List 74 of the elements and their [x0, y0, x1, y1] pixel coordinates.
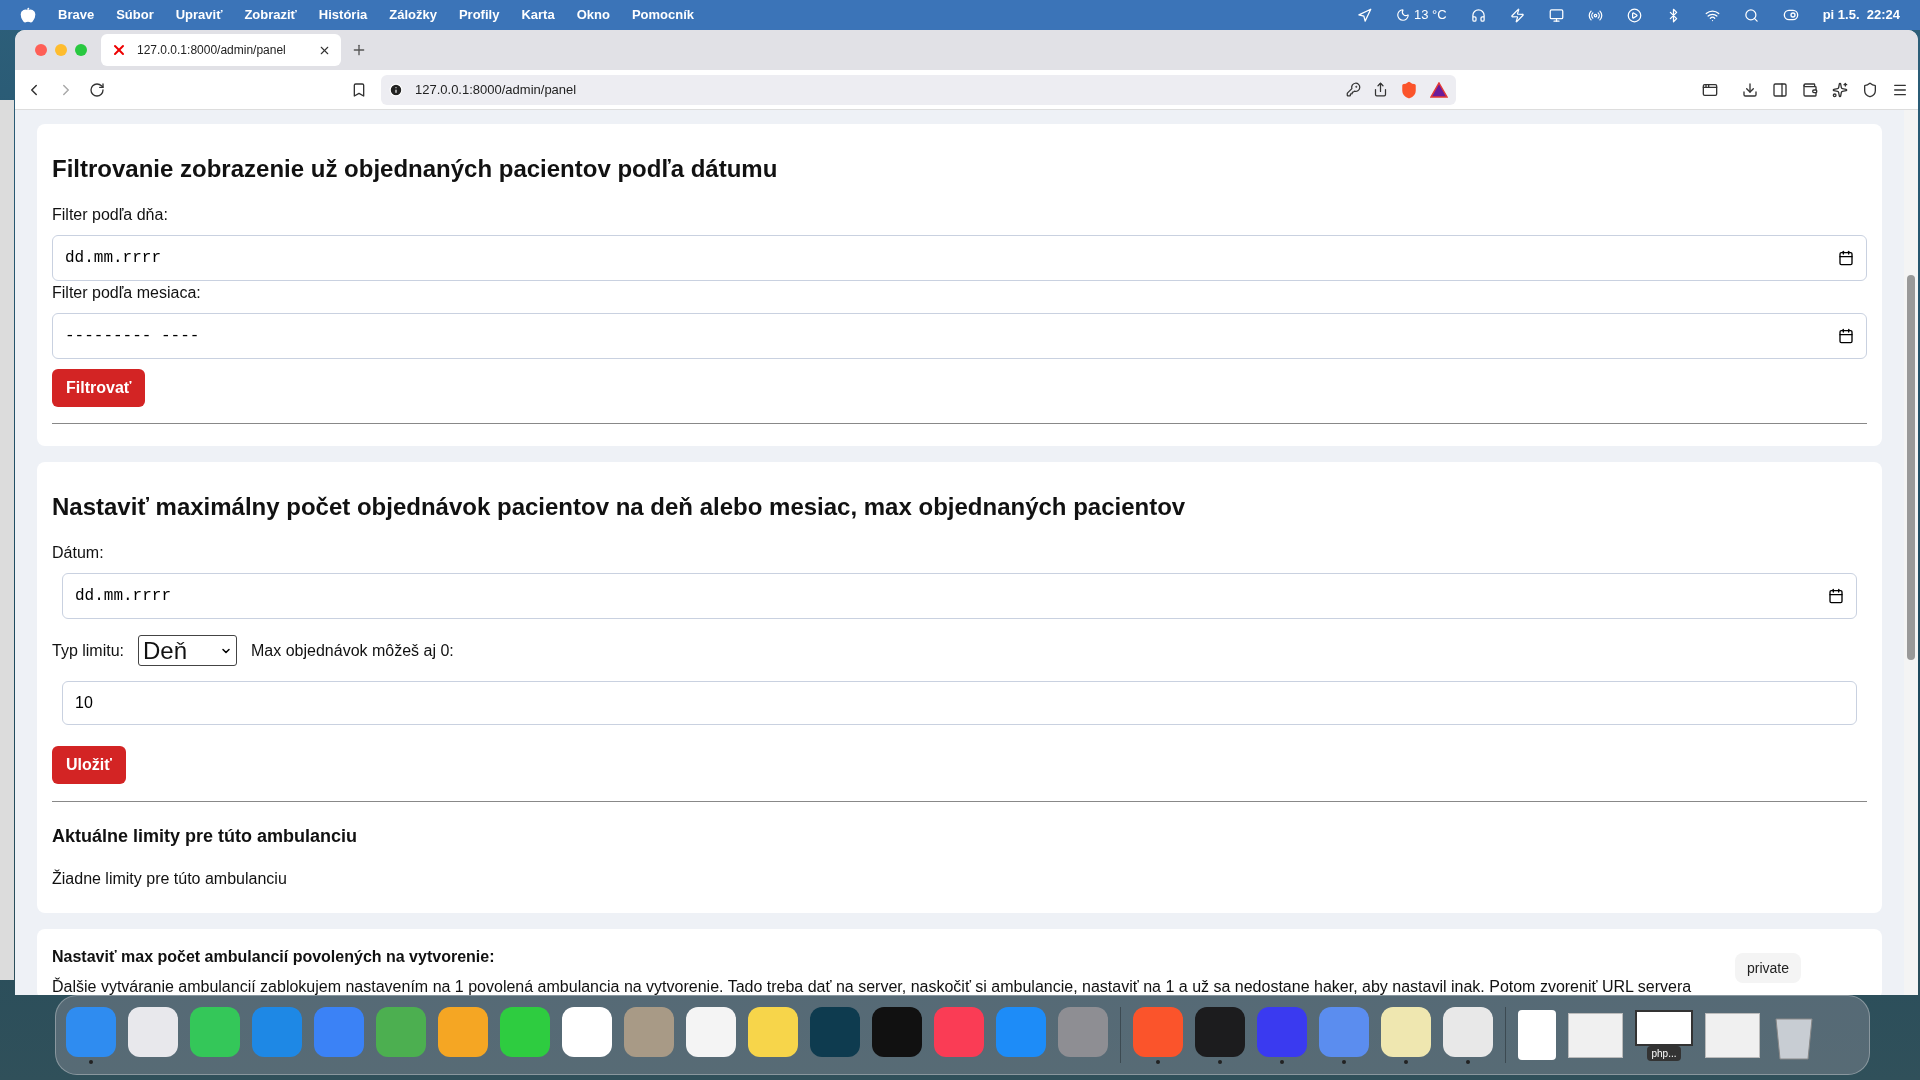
limit-type-dropdown[interactable]: Deň — [138, 635, 237, 666]
status-icon[interactable] — [1357, 7, 1372, 23]
section-title: Filtrovanie zobrazenie už objednaných pacientov podľa dátumu — [52, 154, 779, 184]
field-label: Typ limitu: — [52, 640, 124, 661]
dock-tooltip: private — [1735, 953, 1802, 983]
clock[interactable]: pi 1.5. 22:24 — [1822, 5, 1900, 25]
calendar-icon — [1838, 250, 1854, 266]
menu-item[interactable]: Karta — [521, 5, 555, 25]
search-icon[interactable] — [1743, 7, 1759, 23]
menu-item[interactable]: Upraviť — [175, 5, 223, 25]
share-icon[interactable] — [1373, 82, 1388, 97]
app-icon[interactable] — [1195, 1006, 1245, 1057]
window-thumbnail[interactable] — [1568, 1012, 1623, 1058]
app-icon[interactable] — [562, 1006, 612, 1057]
field-label: Dátum: — [52, 543, 105, 563]
display-icon[interactable] — [1548, 7, 1564, 23]
date-field[interactable]: dd.mm.rrrr — [52, 235, 1867, 281]
field-label: Filter podľa mesiaca: — [52, 283, 202, 303]
field-label: Filter podľa dňa: — [52, 205, 169, 225]
close-window-control[interactable] — [35, 44, 47, 56]
save-button[interactable]: Uložiť — [52, 746, 126, 784]
wifi-icon[interactable] — [1704, 7, 1720, 23]
apple-icon[interactable] — [20, 7, 36, 23]
calendar-icon — [1838, 328, 1854, 344]
app-menu[interactable]: Brave — [58, 5, 95, 25]
new-tab-icon[interactable] — [351, 42, 367, 58]
window-thumbnail[interactable] — [1705, 1012, 1760, 1058]
sidebar-icon[interactable] — [1772, 81, 1788, 98]
section-text: Ďalšie vytváranie ambulancií zablokujem nastavením na 1 povolená ambulancia na vytvorenie. Tado treba dať na server, naskočiť si ambulancie, nastaviť na 1 a už sa nedostane haker, aby nastavil inak. Potom zvoreniť URL servera — [52, 976, 1693, 995]
app-icon[interactable] — [872, 1006, 922, 1057]
browser-tab[interactable]: 127.0.0.1:8000/admin/panel — [101, 34, 341, 66]
reload-icon[interactable] — [89, 81, 105, 98]
scrollbar-thumb[interactable] — [1907, 275, 1915, 660]
filter-button[interactable]: Filtrovať — [52, 369, 146, 407]
app-icon[interactable] — [686, 1006, 736, 1057]
date-field[interactable]: --------- ---- — [52, 313, 1867, 359]
key-icon[interactable] — [1346, 82, 1361, 97]
section-title: Nastaviť maximálny počet objednávok pacientov na deň alebo mesiac, max objednaných pacientov — [52, 492, 1187, 522]
wallet-icon[interactable] — [1802, 81, 1818, 98]
triangle-icon[interactable] — [1430, 81, 1448, 98]
app-icon[interactable] — [438, 1006, 488, 1057]
field-label: Max objednávok môžeš aj 0: — [251, 640, 454, 661]
weather-temperature[interactable]: 13 °C — [1414, 5, 1447, 25]
bookmark-icon[interactable] — [351, 81, 367, 98]
address-bar[interactable]: 127.0.0.1:8000/admin/panel — [381, 74, 1456, 105]
weather-icon[interactable] — [1396, 8, 1410, 22]
app-icon[interactable] — [128, 1006, 178, 1057]
app-icon[interactable] — [190, 1006, 240, 1057]
subsection-title: Aktuálne limity pre túto ambulanciu — [52, 825, 359, 848]
calendar-icon — [1828, 588, 1844, 604]
error-icon — [111, 42, 127, 58]
app-icon[interactable] — [1443, 1006, 1493, 1057]
bolt-icon[interactable] — [1509, 7, 1525, 23]
menu-item[interactable]: Okno — [576, 5, 610, 25]
app-icon[interactable] — [500, 1006, 550, 1057]
app-icon[interactable] — [1381, 1006, 1431, 1057]
menu-item[interactable]: Zobraziť — [244, 5, 297, 25]
download-icon[interactable] — [1742, 81, 1758, 98]
window-thumbnail[interactable] — [1635, 1009, 1693, 1046]
menu-item[interactable]: Súbor — [116, 5, 154, 25]
info-icon — [389, 82, 403, 97]
limits-message: Žiadne limity pre túto ambulanciu — [52, 868, 288, 889]
play-icon[interactable] — [1626, 7, 1642, 23]
menu-item[interactable]: Záložky — [389, 5, 437, 25]
menu-item[interactable]: História — [318, 5, 368, 25]
menu-item[interactable]: Profily — [458, 5, 500, 25]
headphones-icon[interactable] — [1470, 7, 1486, 23]
menu-item[interactable]: Pomocník — [631, 5, 694, 25]
app-icon[interactable] — [748, 1006, 798, 1057]
sparkle-icon[interactable] — [1832, 81, 1848, 98]
max-orders-field[interactable]: 10 — [62, 681, 1857, 725]
reader-icon[interactable] — [1702, 81, 1718, 98]
shield-icon[interactable] — [1862, 81, 1878, 98]
date-field[interactable]: dd.mm.rrrr — [62, 573, 1857, 619]
